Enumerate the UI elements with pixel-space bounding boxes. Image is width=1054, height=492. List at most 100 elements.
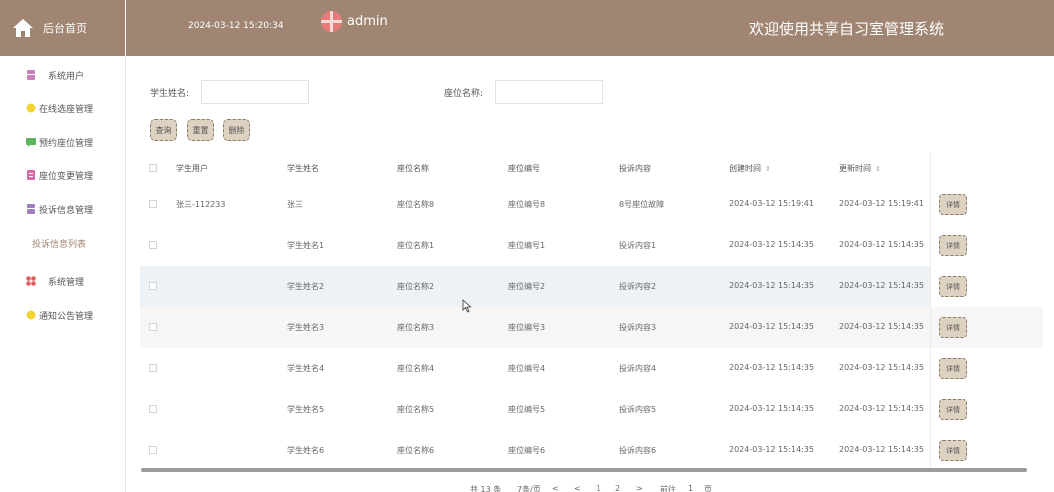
reset-button[interactable]: 重置: [187, 119, 214, 141]
student-name-input[interactable]: [201, 80, 309, 104]
table-row[interactable]: 学生姓名3 座位名称3 座位编号3 投诉内容3 2024-03-12 15:14:35 2…: [140, 307, 930, 348]
sidebar-item-online-seat[interactable]: 在线选座管理: [0, 95, 126, 121]
action-cell: 详情: [931, 389, 1043, 430]
table-cell: 2024-03-12 15:14:35: [729, 445, 814, 454]
detail-button[interactable]: 详情: [939, 276, 967, 297]
sidebar-item-notice[interactable]: 通知公告管理: [0, 302, 126, 328]
horizontal-scrollbar[interactable]: [141, 468, 1027, 472]
table-cell: 投诉内容1: [619, 241, 657, 250]
table-header: 学生用户 学生姓名 座位名称 座位编号 投诉内容 创建时间 ⇕ 更新时间 ⇕ 操…: [140, 152, 1042, 184]
system-title: 欢迎使用共享自习室管理系统: [749, 20, 945, 38]
table-row[interactable]: 张三-112233 张三 座位名称8 座位编号8 8号座位故障 2024-03-12 15…: [140, 184, 930, 225]
action-cell: 详情: [931, 430, 1043, 471]
table-cell: 2024-03-12 15:14:35: [729, 363, 814, 372]
table-cell: 座位名称3: [397, 323, 435, 332]
column-header-seat-number: 座位编号: [508, 164, 540, 173]
seat-name-label: 座位名称:: [444, 89, 484, 99]
table-cell: 座位名称4: [397, 364, 435, 373]
home-label: 后台首页: [43, 22, 87, 35]
table-cell: 2024-03-12 15:14:35: [729, 322, 814, 331]
home-icon: [13, 19, 33, 37]
sidebar-item-label: 座位变更管理: [39, 171, 94, 182]
table-cell: 2024-03-12 15:14:35: [839, 322, 924, 331]
prev-page-button[interactable]: <: [552, 484, 559, 492]
sidebar-item-label: 系统用户: [48, 71, 85, 82]
table-row[interactable]: 学生姓名6 座位名称6 座位编号6 投诉内容6 2024-03-12 15:14:35 2…: [140, 430, 930, 471]
total-count: 共 13 条: [470, 485, 502, 492]
table-cell: 8号座位故障: [619, 200, 665, 209]
select-all-checkbox[interactable]: [149, 164, 157, 172]
detail-button[interactable]: 详情: [939, 440, 967, 461]
column-header-label: 创建时间: [729, 164, 761, 173]
column-header-seat-name: 座位名称: [397, 164, 429, 173]
sidebar-item-complaint-list[interactable]: 投诉信息列表: [0, 230, 126, 256]
sort-icon[interactable]: ⇕: [765, 165, 771, 173]
detail-button[interactable]: 详情: [939, 194, 967, 215]
table-cell: 2024-03-12 15:14:35: [729, 240, 814, 249]
user-stack-icon: [27, 70, 35, 80]
column-header-updated-time[interactable]: 更新时间 ⇕: [839, 163, 881, 174]
table-cell: 座位名称1: [397, 241, 435, 250]
goto-page-input[interactable]: 1: [688, 484, 693, 492]
table-cell: 张三: [287, 200, 303, 209]
table-cell: 2024-03-12 15:14:35: [839, 240, 924, 249]
student-name-label: 学生姓名:: [150, 89, 190, 99]
query-button[interactable]: 查询: [150, 119, 177, 141]
table-row[interactable]: 学生姓名4 座位名称4 座位编号4 投诉内容4 2024-03-12 15:14:35 2…: [140, 348, 930, 389]
sidebar-item-system-manage[interactable]: 系统管理: [0, 268, 126, 294]
row-checkbox[interactable]: [149, 241, 157, 249]
column-header-label: 更新时间: [839, 164, 871, 173]
table-cell: 座位编号8: [508, 200, 546, 209]
row-checkbox[interactable]: [149, 446, 157, 454]
page-2-button[interactable]: 2: [615, 484, 620, 492]
row-checkbox[interactable]: [149, 282, 157, 290]
table-cell: 学生姓名3: [287, 323, 325, 332]
page-size-select[interactable]: 7条/页: [517, 484, 541, 492]
table-cell: 学生姓名6: [287, 446, 325, 455]
table-cell: 2024-03-12 15:14:35: [839, 404, 924, 413]
table-cell: 2024-03-12 15:14:35: [729, 404, 814, 413]
dot-icon: [26, 310, 36, 320]
sort-icon[interactable]: ⇕: [875, 165, 881, 173]
table-cell: 座位编号3: [508, 323, 546, 332]
table-cell: 2024-03-12 15:19:41: [839, 199, 924, 208]
action-cell: 详情: [931, 307, 1043, 348]
table-cell: 2024-03-12 15:14:35: [839, 363, 924, 372]
next-page-button[interactable]: >: [636, 484, 643, 492]
detail-button[interactable]: 详情: [939, 358, 967, 379]
sidebar-item-label: 通知公告管理: [39, 311, 94, 322]
table-row[interactable]: 学生姓名2 座位名称2 座位编号2 投诉内容2 2024-03-12 15:14:35 2…: [140, 266, 930, 307]
sidebar-item-label: 在线选座管理: [39, 104, 94, 115]
sidebar-item-system-users[interactable]: 系统用户: [0, 62, 126, 88]
sidebar-item-label: 预约座位管理: [39, 138, 94, 149]
stack-icon: [27, 204, 35, 214]
top-header: 后台首页 2024-03-12 15:20:34 admin 欢迎使用共享自习室…: [0, 0, 1054, 56]
admin-menu[interactable]: admin: [321, 11, 388, 32]
prev-page-button-2[interactable]: <: [574, 484, 581, 492]
table-cell: 2024-03-12 15:14:35: [839, 445, 924, 454]
delete-button[interactable]: 删除: [223, 119, 250, 141]
seat-name-input[interactable]: [495, 80, 603, 104]
column-header-student-user: 学生用户: [176, 164, 208, 173]
table-row[interactable]: 学生姓名5 座位名称5 座位编号5 投诉内容5 2024-03-12 15:14:35 2…: [140, 389, 930, 430]
row-checkbox[interactable]: [149, 405, 157, 413]
sidebar-item-seat-change[interactable]: 座位变更管理: [0, 162, 126, 188]
document-icon: [27, 170, 35, 180]
table-cell: 投诉内容4: [619, 364, 657, 373]
row-checkbox[interactable]: [149, 200, 157, 208]
row-checkbox[interactable]: [149, 364, 157, 372]
page-suffix-label: 页: [704, 485, 712, 492]
table-row[interactable]: 学生姓名1 座位名称1 座位编号1 投诉内容1 2024-03-12 15:14:35 2…: [140, 225, 930, 266]
home-link[interactable]: 后台首页: [0, 0, 126, 56]
table-cell: 座位名称5: [397, 405, 435, 414]
column-header-created-time[interactable]: 创建时间 ⇕: [729, 163, 771, 174]
sidebar-item-reserve-seat[interactable]: 预约座位管理: [0, 129, 126, 155]
detail-button[interactable]: 详情: [939, 317, 967, 338]
row-checkbox[interactable]: [149, 323, 157, 331]
table-cell: 座位名称8: [397, 200, 435, 209]
grid-icon: [26, 276, 36, 286]
detail-button[interactable]: 详情: [939, 235, 967, 256]
page-1-button[interactable]: 1: [596, 484, 601, 492]
detail-button[interactable]: 详情: [939, 399, 967, 420]
sidebar-item-complaint[interactable]: 投诉信息管理: [0, 196, 126, 222]
